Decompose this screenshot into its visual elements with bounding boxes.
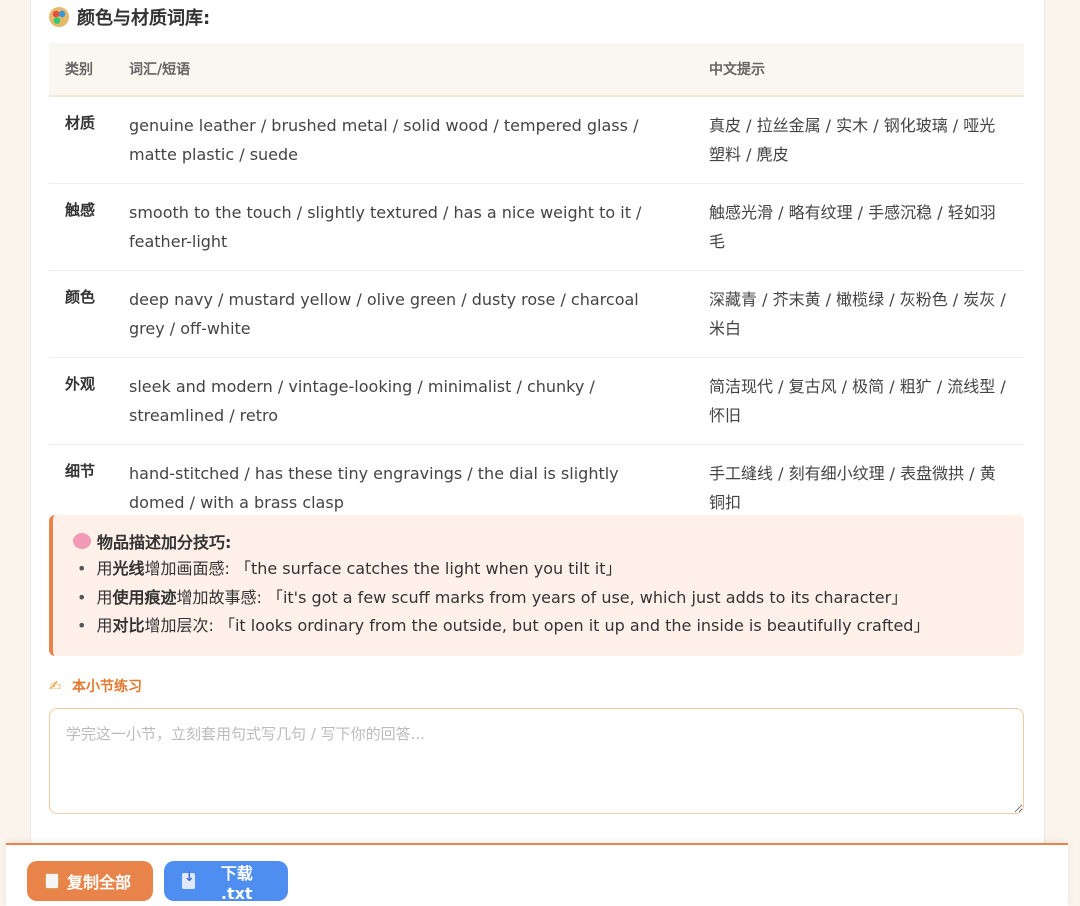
list-item: 用对比增加层次: 「it looks ordinary from the out…: [77, 612, 1004, 641]
row-chinese: 真皮 / 拉丝金属 / 实木 / 钢化玻璃 / 哑光塑料 / 麂皮: [693, 96, 1024, 184]
section-title-text: 颜色与材质词库:: [77, 8, 211, 29]
tips-box: 物品描述加分技巧: 用光线增加画面感: 「the surface catches…: [49, 515, 1024, 656]
row-english: deep navy / mustard yellow / olive green…: [113, 270, 693, 358]
table-row: 材质 genuine leather / brushed metal / sol…: [49, 96, 1024, 184]
clipboard-icon: [45, 873, 59, 889]
practice-answer-input[interactable]: [49, 708, 1024, 814]
row-chinese: 深藏青 / 芥末黄 / 橄榄绿 / 灰粉色 / 炭灰 / 米白: [693, 270, 1024, 358]
palette-icon: [49, 7, 69, 27]
tips-title: 物品描述加分技巧:: [73, 527, 1004, 555]
writing-hand-icon: ✍: [49, 677, 62, 695]
row-category: 外观: [49, 357, 113, 445]
header-category: 类别: [49, 43, 113, 97]
row-chinese: 简洁现代 / 复古风 / 极简 / 粗犷 / 流线型 / 怀旧: [693, 357, 1024, 445]
table-row: 触感 smooth to the touch / slightly textur…: [49, 183, 1024, 271]
header-phrases: 词汇/短语: [113, 43, 693, 97]
list-item: 用光线增加画面感: 「the surface catches the light…: [77, 555, 1004, 584]
row-chinese: 触感光滑 / 略有纹理 / 手感沉稳 / 轻如羽毛: [693, 183, 1024, 271]
tips-title-text: 物品描述加分技巧:: [97, 533, 232, 552]
table-header-row: 类别 词汇/短语 中文提示: [49, 43, 1024, 97]
download-label: 下载 .txt: [220, 863, 253, 903]
row-english: genuine leather / brushed metal / solid …: [113, 96, 693, 184]
vocabulary-table: 类别 词汇/短语 中文提示 材质 genuine leather / brush…: [49, 43, 1024, 531]
table-row: 颜色 deep navy / mustard yellow / olive gr…: [49, 270, 1024, 358]
section-title: 颜色与材质词库:: [49, 4, 210, 30]
bottom-action-bar: 复制全部 下载 .txt: [6, 843, 1068, 906]
table-row: 外观 sleek and modern / vintage-looking / …: [49, 357, 1024, 445]
download-icon: [182, 870, 196, 889]
row-category: 材质: [49, 96, 113, 184]
practice-label: ✍ 本小节练习: [49, 676, 142, 696]
practice-label-text: 本小节练习: [72, 679, 142, 695]
row-category: 触感: [49, 183, 113, 271]
row-english: sleek and modern / vintage-looking / min…: [113, 357, 693, 445]
row-english: smooth to the touch / slightly textured …: [113, 183, 693, 271]
header-chinese-hint: 中文提示: [693, 43, 1024, 97]
brain-icon: [73, 533, 91, 549]
copy-all-button[interactable]: 复制全部: [27, 861, 153, 901]
download-txt-button[interactable]: 下载 .txt: [164, 861, 288, 903]
copy-all-label: 复制全部: [67, 873, 132, 892]
row-category: 颜色: [49, 270, 113, 358]
tips-list: 用光线增加画面感: 「the surface catches the light…: [73, 555, 1004, 641]
list-item: 用使用痕迹增加故事感: 「it's got a few scuff marks …: [77, 584, 1004, 613]
